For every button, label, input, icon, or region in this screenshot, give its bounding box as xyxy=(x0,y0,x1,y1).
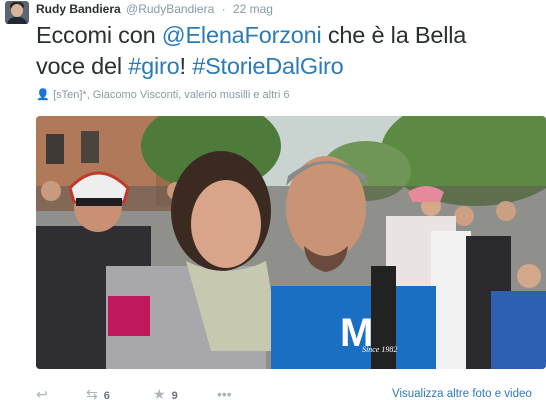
retweet-button[interactable]: ⇆ 6 xyxy=(86,386,110,400)
avatar-face xyxy=(11,4,23,17)
more-icon: ••• xyxy=(217,386,232,400)
avatar-shirt xyxy=(7,17,27,24)
mention-link[interactable]: @ElenaForzoni xyxy=(162,22,322,48)
retweet-count: 6 xyxy=(103,390,110,400)
person-icon: 👤 xyxy=(36,89,50,101)
tweet: Rudy Bandiera @RudyBandiera · 22 mag Ecc… xyxy=(0,0,546,400)
photo-image: M Since 1982 xyxy=(36,116,546,369)
photo-crowd-face xyxy=(41,181,61,201)
retweeters-line: 👤 [sTen]*, Giacomo Visconti, valerio mus… xyxy=(36,87,289,103)
hashtag-link[interactable]: #giro xyxy=(128,53,179,79)
hashtag-link[interactable]: #StorieDalGiro xyxy=(192,53,344,79)
photo-window xyxy=(81,131,99,163)
photo-cyclist-glasses xyxy=(76,198,122,206)
tweet-text-part: ! xyxy=(179,53,193,79)
header-separator: · xyxy=(221,2,226,16)
retweeters-text[interactable]: [sTen]*, Giacomo Visconti, valerio musil… xyxy=(53,89,289,101)
reply-button[interactable]: ↩ xyxy=(36,386,48,400)
photo-giro-badge xyxy=(108,296,150,336)
photo-shirt-text: Since 1982 xyxy=(362,345,397,354)
avatar[interactable] xyxy=(5,1,29,24)
view-more-media-link[interactable]: Visualizza altre foto e video xyxy=(392,386,532,400)
tweet-text: Eccomi con @ElenaForzoni che è la Bella … xyxy=(36,20,506,82)
photo-crowd-face xyxy=(454,206,474,226)
star-icon: ★ xyxy=(153,386,166,400)
tweet-timestamp[interactable]: 22 mag xyxy=(233,2,273,16)
tweet-header: Rudy Bandiera @RudyBandiera · 22 mag xyxy=(36,1,273,17)
tweet-text-part: Eccomi con xyxy=(36,22,162,48)
photo-crowd-person xyxy=(431,231,471,369)
photo-window xyxy=(46,134,64,164)
author-handle[interactable]: @RudyBandiera xyxy=(126,2,214,16)
more-button[interactable]: ••• xyxy=(217,386,232,400)
author-name[interactable]: Rudy Bandiera xyxy=(36,2,121,16)
photo-crowd-person xyxy=(491,291,546,369)
reply-icon: ↩ xyxy=(36,386,48,400)
tweet-photo[interactable]: M Since 1982 xyxy=(36,116,546,369)
retweet-icon: ⇆ xyxy=(86,386,98,400)
favorite-count: 9 xyxy=(171,390,178,400)
photo-crowd-face xyxy=(496,201,516,221)
photo-crowd-face xyxy=(517,264,541,288)
favorite-button[interactable]: ★ 9 xyxy=(153,386,178,400)
photo-woman-face xyxy=(191,180,261,268)
